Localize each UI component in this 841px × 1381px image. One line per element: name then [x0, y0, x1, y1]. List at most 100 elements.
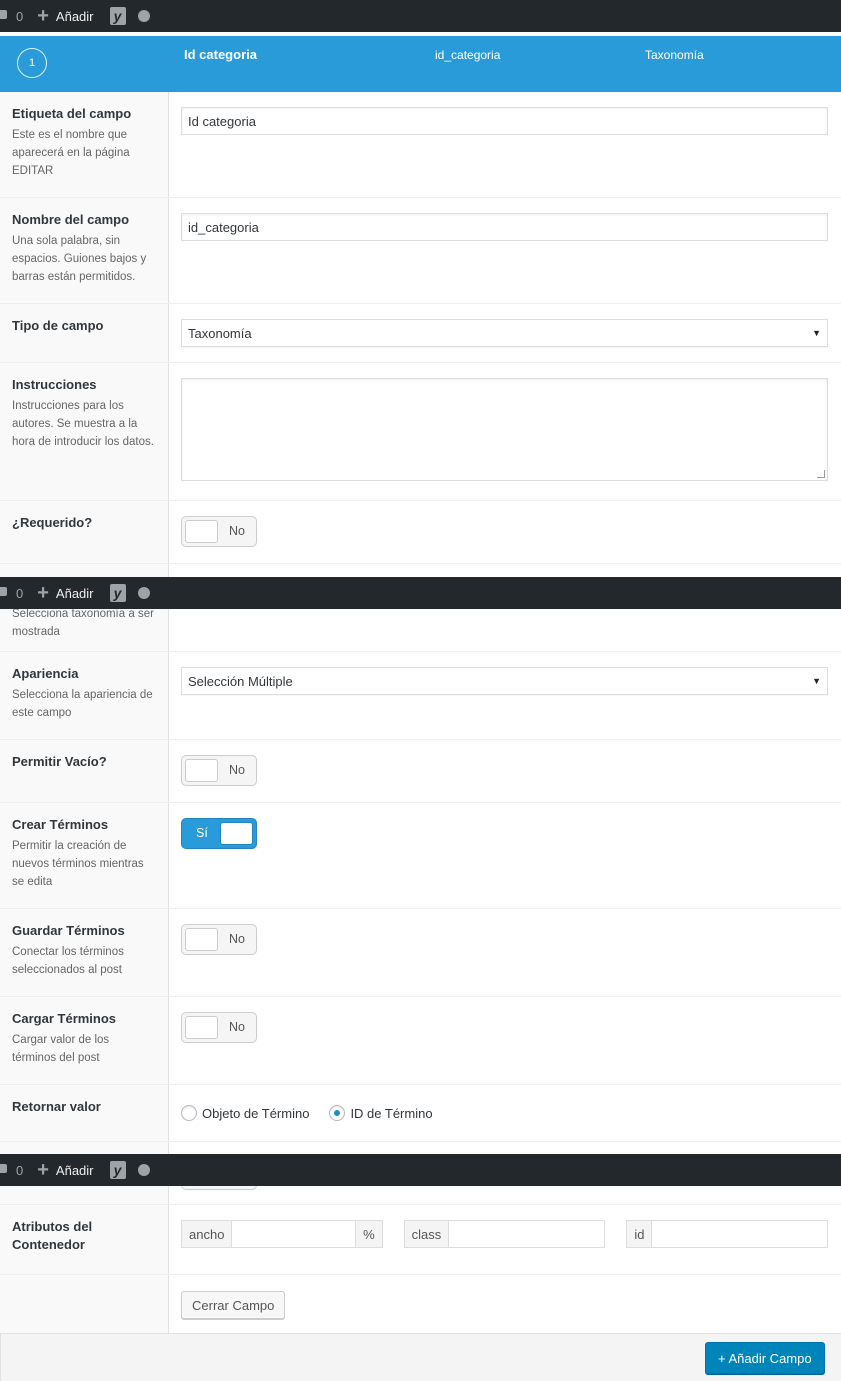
admin-bar: 0 + Añadir y [0, 577, 841, 609]
id-input[interactable] [652, 1221, 827, 1247]
row-load-terms: Cargar Términos Cargar valor de los térm… [0, 997, 841, 1085]
appearance-desc: Selecciona la apariencia de este campo [12, 689, 153, 720]
field-label-desc: Este es el nombre que aparecerá en la pá… [12, 129, 130, 178]
field-type-value: Taxonomía [188, 325, 252, 341]
add-new-link[interactable]: Añadir [56, 1163, 94, 1178]
field-name-title: Nombre del campo [12, 212, 130, 227]
row-label-col: Etiqueta del campo Este es el nombre que… [0, 92, 169, 197]
radio-button-checked[interactable] [329, 1105, 346, 1121]
wrapper-title: Atributos del Contenedor [12, 1219, 93, 1253]
seo-status-dot-icon [137, 587, 150, 599]
save-terms-state: No [229, 932, 245, 946]
save-terms-title: Guardar Términos [12, 923, 125, 938]
row-label-col [0, 1275, 169, 1333]
row-label-col: Apariencia Selecciona la apariencia de e… [0, 652, 169, 739]
comment-icon[interactable] [0, 10, 8, 22]
create-terms-desc: Permitir la creación de nuevos términos … [12, 840, 144, 889]
radio-term-id[interactable]: ID de Término [329, 1105, 433, 1121]
row-label-col: Tipo de campo [0, 304, 169, 362]
wrapper-id-group: id [626, 1220, 829, 1248]
field-header[interactable]: 1 Id categoria id_categoria Taxonomía [0, 36, 841, 92]
row-field-label: Etiqueta del campo Este es el nombre que… [0, 92, 841, 198]
width-input[interactable] [232, 1221, 355, 1247]
wrapper-class-group: class [403, 1220, 606, 1248]
taxonomy-desc: Selecciona taxonomía a ser mostrada [12, 608, 154, 638]
return-value-title: Retornar valor [12, 1099, 101, 1114]
appearance-title: Apariencia [12, 666, 79, 681]
radio-label: Objeto de Término [202, 1105, 310, 1121]
save-terms-desc: Conectar los términos seleccionados al p… [12, 946, 124, 977]
save-terms-switch[interactable]: No [181, 924, 257, 955]
row-instructions: Instrucciones Instrucciones para los aut… [0, 363, 841, 501]
switch-knob [185, 928, 218, 951]
field-type-select[interactable]: Taxonomía ▼ [181, 319, 828, 347]
resize-grip-icon[interactable] [817, 470, 825, 478]
row-label-col: ¿Requerido? [0, 501, 169, 563]
add-new-link[interactable]: Añadir [56, 586, 94, 601]
required-title: ¿Requerido? [12, 515, 93, 530]
admin-bar: 0 + Añadir y [0, 0, 841, 32]
switch-knob [185, 520, 218, 543]
appearance-select[interactable]: Selección Múltiple ▼ [181, 667, 828, 695]
row-appearance: Apariencia Selecciona la apariencia de e… [0, 652, 841, 740]
comment-count[interactable]: 0 [16, 9, 23, 24]
create-terms-switch[interactable]: Sí [181, 818, 257, 849]
row-label-col: Crear Términos Permitir la creación de n… [0, 803, 169, 908]
appearance-value: Selección Múltiple [188, 673, 293, 689]
field-name-input[interactable]: id_categoria [181, 213, 828, 241]
plus-icon[interactable]: + [37, 1160, 49, 1180]
radio-term-object[interactable]: Objeto de Término [181, 1105, 309, 1121]
radio-button[interactable] [181, 1105, 197, 1121]
class-prefix: class [404, 1221, 450, 1247]
row-required: ¿Requerido? No [0, 501, 841, 564]
field-name-desc: Una sola palabra, sin espacios. Guiones … [12, 235, 147, 284]
row-wrapper: Atributos del Contenedor ancho % class i… [0, 1205, 841, 1275]
row-close-field: Cerrar Campo [0, 1275, 841, 1333]
row-return-value: Retornar valor Objeto de Término ID de T… [0, 1085, 841, 1142]
instructions-textarea[interactable] [181, 378, 828, 481]
row-label-col: Cargar Términos Cargar valor de los térm… [0, 997, 169, 1084]
instructions-title: Instrucciones [12, 377, 97, 392]
load-terms-title: Cargar Términos [12, 1011, 117, 1026]
row-allow-null: Permitir Vacío? No [0, 740, 841, 803]
load-terms-state: No [229, 1020, 245, 1034]
add-field-button[interactable]: + Añadir Campo [705, 1342, 825, 1374]
allow-null-switch[interactable]: No [181, 755, 257, 786]
switch-knob [220, 822, 253, 845]
row-label-col: Permitir Vacío? [0, 740, 169, 802]
close-field-button[interactable]: Cerrar Campo [181, 1291, 286, 1319]
comment-count[interactable]: 0 [16, 586, 23, 601]
field-header-label[interactable]: Id categoria [184, 47, 257, 62]
field-label-input[interactable]: Id categoria [181, 107, 828, 135]
field-header-name: id_categoria [435, 48, 501, 62]
comment-icon[interactable] [0, 587, 8, 599]
wrapper-width-group: ancho % [181, 1220, 383, 1248]
fields-footer: + Añadir Campo [0, 1333, 841, 1381]
field-order-badge: 1 [17, 48, 47, 78]
load-terms-desc: Cargar valor de los términos del post [12, 1034, 110, 1065]
comment-icon[interactable] [0, 1164, 8, 1176]
required-switch[interactable]: No [181, 516, 257, 547]
create-terms-state: Sí [196, 826, 208, 840]
required-state: No [229, 524, 245, 538]
plus-icon[interactable]: + [37, 6, 49, 26]
yoast-icon[interactable]: y [109, 1161, 126, 1179]
load-terms-switch[interactable]: No [181, 1012, 257, 1043]
instructions-desc: Instrucciones para los autores. Se muest… [12, 400, 154, 449]
switch-knob [185, 759, 218, 782]
dropdown-arrow-icon: ▼ [812, 676, 821, 686]
row-label-col: Instrucciones Instrucciones para los aut… [0, 363, 169, 500]
add-new-link[interactable]: Añadir [56, 9, 94, 24]
class-input[interactable] [449, 1221, 604, 1247]
yoast-icon[interactable]: y [109, 7, 126, 25]
comment-count[interactable]: 0 [16, 1163, 23, 1178]
seo-status-dot-icon [137, 1164, 150, 1176]
width-prefix: ancho [182, 1221, 233, 1247]
row-label-col: Guardar Términos Conectar los términos s… [0, 909, 169, 996]
plus-icon[interactable]: + [37, 583, 49, 603]
field-header-type: Taxonomía [645, 48, 704, 62]
allow-null-title: Permitir Vacío? [12, 754, 107, 769]
admin-bar: 0 + Añadir y [0, 1154, 841, 1186]
row-label-col: Retornar valor [0, 1085, 169, 1141]
yoast-icon[interactable]: y [109, 584, 126, 602]
